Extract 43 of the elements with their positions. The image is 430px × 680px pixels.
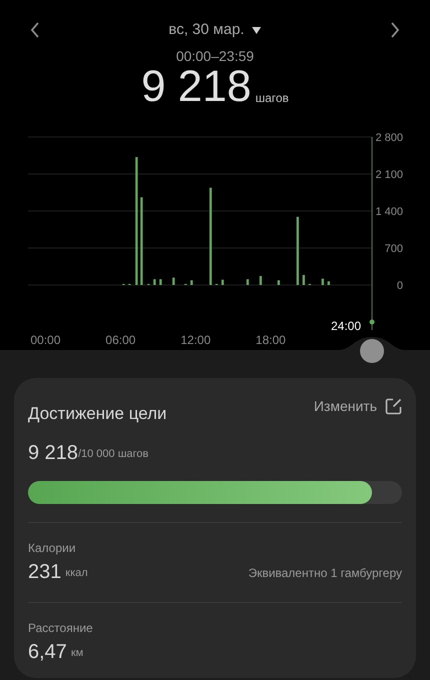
stat-value: 6,47 (28, 640, 67, 664)
step-count: 9 218 (141, 63, 252, 111)
x-axis-label: 12:00 (180, 333, 211, 347)
bar (153, 279, 156, 285)
scrub-handle[interactable] (360, 339, 384, 363)
dropdown-triangle-icon (252, 26, 262, 34)
bar (322, 278, 324, 285)
bar (221, 280, 224, 285)
stat-value: 231 (28, 560, 62, 584)
x-axis-label: 00:00 (30, 333, 61, 347)
bar (246, 279, 249, 285)
bar (328, 281, 330, 285)
forward-chevron-icon[interactable] (390, 22, 400, 38)
bar (259, 276, 262, 285)
y-axis-label: 2 800 (375, 132, 403, 144)
stat-unit: ккал (65, 566, 88, 581)
y-axis-label: 0 (396, 280, 403, 292)
bar (172, 278, 175, 285)
y-axis-label: 1 400 (375, 206, 403, 218)
cursor-time: 24:00 (330, 319, 362, 333)
stat-note: Эквивалентно 1 гамбургеру (248, 564, 402, 582)
card-title: Достижение цели (28, 403, 167, 425)
bar (302, 274, 305, 285)
bar (190, 280, 193, 285)
cursor-dot (370, 320, 374, 324)
stat-label: Расстояние (28, 620, 94, 636)
stat-unit: км (70, 646, 84, 661)
y-axis-label: 2 100 (375, 169, 403, 181)
y-axis-label: 700 (384, 243, 403, 255)
step-unit: шагов (255, 90, 289, 107)
goal-text: /10 000 шагов (78, 447, 148, 462)
x-axis-label: 06:00 (106, 333, 136, 347)
x-axis-label: 18:00 (256, 333, 286, 347)
bar (159, 279, 162, 285)
bar (296, 216, 299, 285)
bar (277, 280, 280, 285)
steps-value: 9 218 (28, 440, 78, 464)
time-range: 00:00–23:59 (176, 47, 254, 65)
back-chevron-icon[interactable] (30, 22, 40, 38)
edit-icon (385, 398, 402, 415)
date-picker[interactable]: вс, 30 мар. (168, 19, 262, 41)
stat-label: Калории (28, 540, 77, 556)
edit-button[interactable]: Изменить (314, 396, 402, 417)
